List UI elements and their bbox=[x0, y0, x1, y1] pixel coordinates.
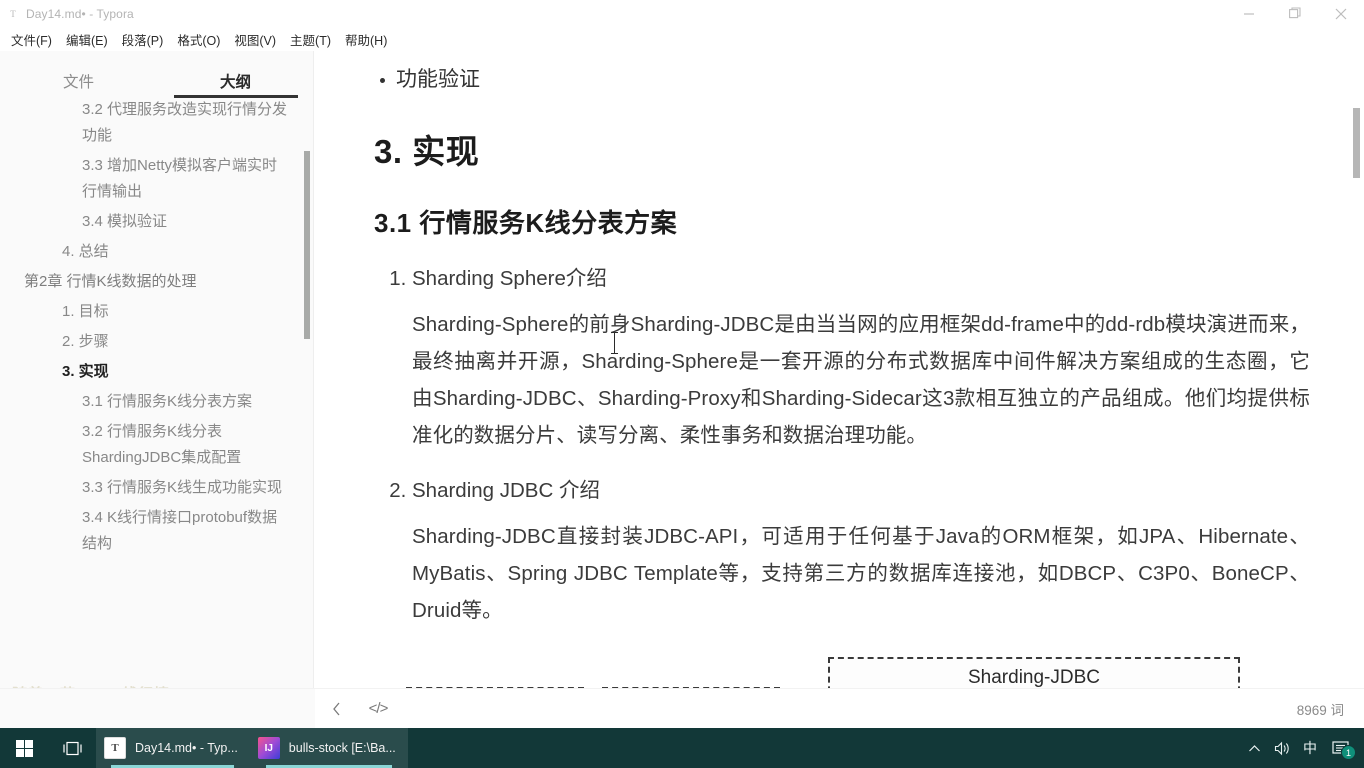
window-title: Day14.md• - Typora bbox=[26, 6, 134, 21]
list-item[interactable]: 功能验证 bbox=[350, 63, 1310, 97]
document-content[interactable]: 功能验证 3. 实现 3.1 行情服务K线分表方案 Sharding Spher… bbox=[315, 51, 1350, 688]
outline-item[interactable]: 3.2 代理服务改造实现行情分发功能 bbox=[0, 101, 313, 151]
tab-outline[interactable]: 大纲 bbox=[157, 51, 313, 101]
item-1-heading: Sharding Sphere介绍 bbox=[412, 267, 607, 290]
taskbar-item-typora-label: Day14.md• - Typ... bbox=[135, 741, 238, 755]
typora-icon: T bbox=[10, 8, 16, 19]
menu-file[interactable]: 文件(F) bbox=[4, 28, 59, 51]
outline-item[interactable]: 3.2 行情服务K线分表ShardingJDBC集成配置 bbox=[0, 417, 313, 473]
heading-1: 3. 实现 bbox=[374, 133, 480, 170]
sidebar-tabs: 文件 大纲 bbox=[0, 51, 313, 101]
heading-2: 3.1 行情服务K线分表方案 bbox=[374, 208, 678, 238]
diagram-box-sharding-jdbc: Sharding-JDBC 内部实现 bbox=[828, 657, 1240, 688]
windows-start-icon[interactable] bbox=[0, 728, 48, 768]
outline-item[interactable]: 2. 步骤 bbox=[0, 327, 313, 357]
item-1-paragraph[interactable]: Sharding-Sphere的前身Sharding-JDBC是由当当网的应用框… bbox=[412, 306, 1310, 454]
close-button[interactable] bbox=[1318, 0, 1364, 27]
item-2-paragraph[interactable]: Sharding-JDBC直接封装JDBC-API，可适用于任何基于Java的O… bbox=[412, 518, 1310, 629]
minimize-button[interactable] bbox=[1226, 0, 1272, 27]
outline-item[interactable]: 1. 目标 bbox=[0, 297, 313, 327]
item-2-heading: Sharding JDBC 介绍 bbox=[412, 479, 600, 502]
ordered-list: Sharding Sphere介绍 Sharding-Sphere的前身Shar… bbox=[350, 264, 1310, 629]
word-count: 8969 词 bbox=[1296, 702, 1344, 718]
sharding-architecture-diagram: 实现 实现 Sharding-JDBC 内部实现 bbox=[376, 651, 1336, 688]
taskbar-item-intellij-label: bulls-stock [E:\Ba... bbox=[288, 741, 396, 755]
ordered-list-item-1[interactable]: Sharding Sphere介绍 Sharding-Sphere的前身Shar… bbox=[412, 264, 1310, 454]
menu-bar: 文件(F) 编辑(E) 段落(P) 格式(O) 视图(V) 主题(T) 帮助(H… bbox=[0, 27, 1364, 51]
taskbar: T Day14.md• - Typ... IJ bulls-stock [E:\… bbox=[0, 728, 1364, 768]
taskbar-item-typora[interactable]: T Day14.md• - Typ... bbox=[96, 728, 250, 768]
outline-item[interactable]: 第2章 行情K线数据的处理 bbox=[0, 267, 313, 297]
intellij-idea-icon: IJ bbox=[257, 737, 280, 759]
chevron-left-icon[interactable] bbox=[315, 689, 357, 729]
sidebar: 文件 大纲 3.1 网关服务改造3.2 代理服务改造实现行情分发功能3.3 增加… bbox=[0, 51, 314, 688]
notification-icon[interactable]: 1 bbox=[1324, 728, 1358, 768]
task-view-icon[interactable] bbox=[48, 728, 96, 768]
outline-item[interactable]: 3.3 行情服务K线生成功能实现 bbox=[0, 473, 313, 503]
status-bar: </> 8969 词 bbox=[315, 688, 1364, 728]
text-caret bbox=[611, 332, 618, 354]
editor-scrollbar[interactable] bbox=[1353, 51, 1360, 688]
menu-format[interactable]: 格式(O) bbox=[170, 28, 227, 51]
outline-item[interactable]: 4. 总结 bbox=[0, 237, 313, 267]
tab-files[interactable]: 文件 bbox=[0, 51, 157, 101]
taskbar-item-intellij[interactable]: IJ bulls-stock [E:\Ba... bbox=[249, 728, 408, 768]
menu-help[interactable]: 帮助(H) bbox=[338, 28, 394, 51]
editor-scrollbar-thumb[interactable] bbox=[1353, 108, 1360, 178]
menu-paragraph[interactable]: 段落(P) bbox=[115, 28, 171, 51]
outline-item[interactable]: 3.4 K线行情接口protobuf数据结构 bbox=[0, 503, 313, 559]
title-bar: T Day14.md• - Typora bbox=[0, 0, 1364, 27]
outline-item[interactable]: 3.4 模拟验证 bbox=[0, 207, 313, 237]
status-bar-left-filler bbox=[0, 688, 315, 728]
outline-item[interactable]: 3. 实现 bbox=[0, 357, 313, 387]
sidebar-scrollbar[interactable] bbox=[304, 51, 310, 638]
outline-list[interactable]: 3.1 网关服务改造3.2 代理服务改造实现行情分发功能3.3 增加Netty模… bbox=[0, 101, 313, 688]
system-tray: 中 1 bbox=[1240, 728, 1364, 768]
typora-window: T Day14.md• - Typora 文件(F) 编辑(E) 段落(P) 格… bbox=[0, 0, 1364, 768]
work-area: 文件 大纲 3.1 网关服务改造3.2 代理服务改造实现行情分发功能3.3 增加… bbox=[0, 51, 1364, 688]
ime-indicator[interactable]: 中 bbox=[1296, 728, 1324, 768]
bullet-list: 功能验证 bbox=[350, 63, 1310, 97]
chevron-up-icon[interactable] bbox=[1240, 728, 1268, 768]
notification-badge: 1 bbox=[1341, 745, 1356, 760]
outline-item[interactable]: 3.3 增加Netty模拟客户端实时行情输出 bbox=[0, 151, 313, 207]
source-code-icon[interactable]: </> bbox=[357, 689, 399, 729]
outline-item[interactable]: 3.1 行情服务K线分表方案 bbox=[0, 387, 313, 417]
ordered-list-item-2[interactable]: Sharding JDBC 介绍 Sharding-JDBC直接封装JDBC-A… bbox=[412, 476, 1310, 629]
restore-button[interactable] bbox=[1272, 0, 1318, 27]
diagram-box-sharding-jdbc-line1: Sharding-JDBC bbox=[968, 667, 1100, 688]
menu-edit[interactable]: 编辑(E) bbox=[59, 28, 115, 51]
editor-pane[interactable]: 功能验证 3. 实现 3.1 行情服务K线分表方案 Sharding Spher… bbox=[315, 51, 1364, 688]
sidebar-scrollbar-thumb[interactable] bbox=[304, 151, 310, 339]
menu-view[interactable]: 视图(V) bbox=[227, 28, 283, 51]
menu-theme[interactable]: 主题(T) bbox=[283, 28, 338, 51]
typora-icon: T bbox=[104, 737, 126, 759]
speaker-icon[interactable] bbox=[1268, 728, 1296, 768]
